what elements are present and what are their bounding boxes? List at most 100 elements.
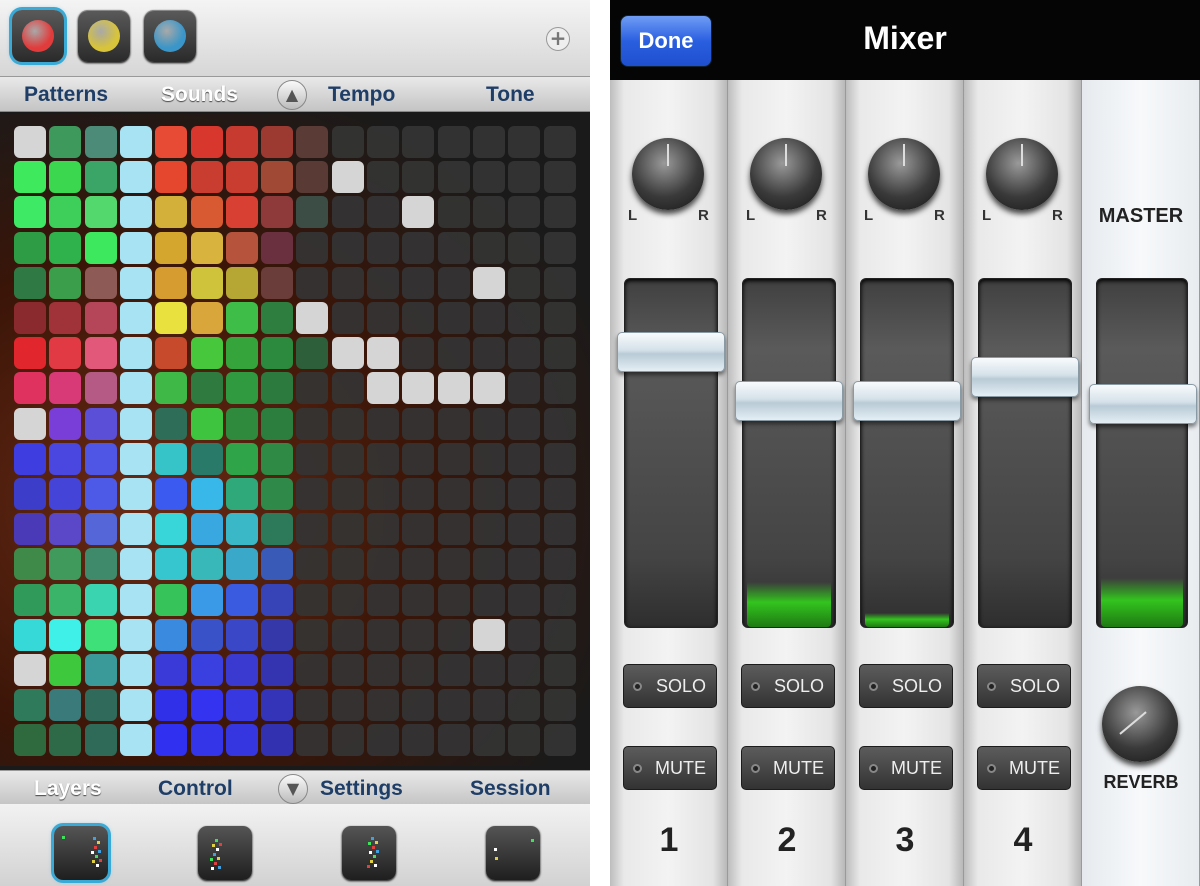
grid-cell[interactable] [437,337,470,370]
grid-cell[interactable] [190,407,223,440]
grid-cell[interactable] [14,231,46,264]
grid-cell[interactable] [437,161,470,194]
grid-cell[interactable] [119,407,152,440]
grid-cell[interactable] [367,724,399,757]
grid-cell[interactable] [261,548,294,581]
grid-cell[interactable] [84,442,117,475]
grid-cell[interactable] [190,126,223,158]
grid-cell[interactable] [261,337,294,370]
grid-cell[interactable] [331,478,364,510]
grid-cell[interactable] [49,407,82,440]
grid-cell[interactable] [84,302,117,334]
grid-cell[interactable] [119,372,152,405]
grid-cell[interactable] [14,161,46,194]
grid-cell[interactable] [155,442,188,475]
grid-cell[interactable] [543,302,576,334]
grid-cell[interactable] [119,583,152,616]
grid-cell[interactable] [508,266,541,299]
grid-cell[interactable] [331,548,364,581]
grid-cell[interactable] [402,266,435,299]
grid-cell[interactable] [367,513,399,546]
grid-cell[interactable] [155,689,188,722]
grid-cell[interactable] [190,196,223,229]
tab-patterns[interactable]: Patterns [24,83,108,107]
grid-cell[interactable] [367,196,399,229]
grid-cell[interactable] [508,372,541,405]
grid-cell[interactable] [225,407,258,440]
grid-cell[interactable] [190,478,223,510]
grid-cell[interactable] [190,618,223,651]
grid-cell[interactable] [155,513,188,546]
grid-cell[interactable] [119,478,152,510]
solo-button[interactable]: SOLO [859,664,953,708]
grid-cell[interactable] [331,618,364,651]
grid-cell[interactable] [49,478,82,510]
grid-cell[interactable] [84,689,117,722]
grid-cell[interactable] [84,266,117,299]
grid-cell[interactable] [14,266,46,299]
grid-cell[interactable] [296,302,329,334]
pan-knob[interactable] [986,138,1058,210]
grid-cell[interactable] [472,161,505,194]
grid-cell[interactable] [508,654,541,686]
layer-thumbnail-2[interactable] [198,826,252,880]
up-arrow-icon[interactable]: ▲ [277,80,307,110]
grid-cell[interactable] [296,337,329,370]
grid-cell[interactable] [225,302,258,334]
grid-cell[interactable] [155,407,188,440]
grid-cell[interactable] [225,442,258,475]
grid-cell[interactable] [543,126,576,158]
grid-cell[interactable] [437,442,470,475]
grid-cell[interactable] [296,372,329,405]
grid-cell[interactable] [225,548,258,581]
grid-cell[interactable] [14,478,46,510]
grid-cell[interactable] [119,196,152,229]
grid-cell[interactable] [508,513,541,546]
grid-cell[interactable] [49,654,82,686]
grid-cell[interactable] [543,407,576,440]
down-arrow-icon[interactable]: ▼ [278,774,308,804]
grid-cell[interactable] [14,302,46,334]
grid-cell[interactable] [402,689,435,722]
grid-cell[interactable] [331,583,364,616]
grid-cell[interactable] [225,618,258,651]
grid-cell[interactable] [225,337,258,370]
grid-cell[interactable] [331,231,364,264]
grid-cell[interactable] [155,196,188,229]
grid-cell[interactable] [49,372,82,405]
grid-cell[interactable] [261,196,294,229]
grid-cell[interactable] [543,478,576,510]
solo-button[interactable]: SOLO [623,664,717,708]
grid-cell[interactable] [402,196,435,229]
volume-fader-handle[interactable] [853,381,961,422]
grid-cell[interactable] [14,196,46,229]
grid-cell[interactable] [296,478,329,510]
grid-cell[interactable] [508,442,541,475]
grid-cell[interactable] [437,407,470,440]
grid-cell[interactable] [402,337,435,370]
grid-cell[interactable] [296,196,329,229]
grid-cell[interactable] [14,583,46,616]
grid-cell[interactable] [14,513,46,546]
grid-cell[interactable] [49,583,82,616]
grid-cell[interactable] [190,161,223,194]
grid-cell[interactable] [331,302,364,334]
grid-cell[interactable] [367,266,399,299]
grid-cell[interactable] [84,126,117,158]
grid-cell[interactable] [14,548,46,581]
layer-thumbnail-1[interactable] [54,826,108,880]
grid-cell[interactable] [190,231,223,264]
grid-cell[interactable] [331,407,364,440]
grid-cell[interactable] [49,548,82,581]
grid-cell[interactable] [472,231,505,264]
grid-cell[interactable] [225,372,258,405]
grid-cell[interactable] [437,302,470,334]
grid-cell[interactable] [119,513,152,546]
grid-cell[interactable] [437,583,470,616]
grid-cell[interactable] [296,618,329,651]
grid-cell[interactable] [437,513,470,546]
grid-cell[interactable] [296,654,329,686]
grid-cell[interactable] [508,689,541,722]
grid-cell[interactable] [402,302,435,334]
grid-cell[interactable] [155,231,188,264]
